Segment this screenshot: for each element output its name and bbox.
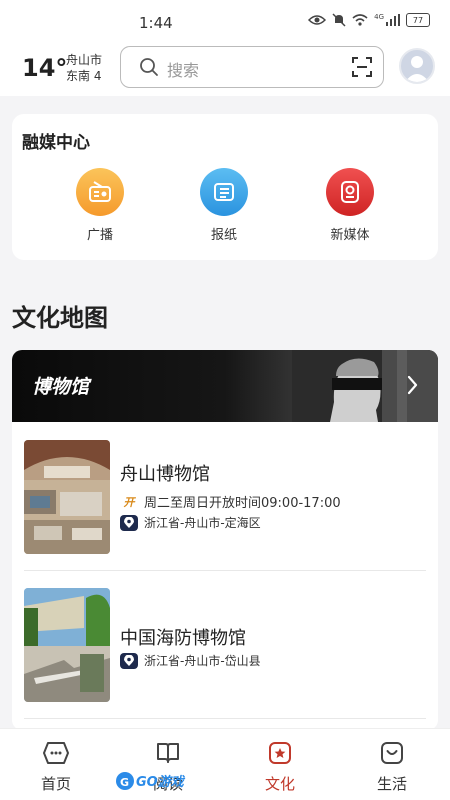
weather-city: 舟山市 xyxy=(66,53,103,67)
svg-text:G: G xyxy=(120,776,129,789)
media-center-title: 融媒中心 xyxy=(22,133,90,153)
status-time: 1:44 xyxy=(139,14,173,32)
media-center-card: 融媒中心 广播 报纸 新媒体 xyxy=(12,114,438,260)
watermark-logo: G GO游戏 xyxy=(116,770,208,792)
museum-thumbnail xyxy=(24,588,110,702)
divider xyxy=(24,718,426,719)
chevron-right-icon xyxy=(407,375,418,395)
museum-name: 舟山博物馆 xyxy=(120,464,210,485)
search-placeholder: 搜索 xyxy=(167,61,200,80)
book-icon xyxy=(154,739,182,767)
weather-wind: 东南 4 xyxy=(66,69,102,83)
museum-thumbnail xyxy=(24,440,110,554)
battery-level: 77 xyxy=(412,15,424,25)
header: 14° 舟山市 东南 4 搜索 xyxy=(0,40,450,96)
museum-name: 中国海防博物馆 xyxy=(120,628,246,649)
tab-culture[interactable]: 文化 xyxy=(240,739,320,794)
media-item-label: 广播 xyxy=(86,228,113,243)
museum-banner-label: 博物馆 xyxy=(32,376,90,398)
watermark-text: GO游戏 xyxy=(136,774,186,790)
tab-life[interactable]: 生活 xyxy=(352,739,432,794)
media-item-label: 报纸 xyxy=(210,228,237,243)
list-item[interactable]: 中国海防博物馆 浙江省-舟山市-岱山县 xyxy=(24,588,426,702)
museum-banner[interactable]: 博物馆 xyxy=(12,350,438,422)
tab-home[interactable]: 首页 xyxy=(16,739,96,794)
mute-icon xyxy=(332,13,346,27)
media-item-radio[interactable]: 广播 xyxy=(60,168,140,243)
home-icon xyxy=(42,739,70,767)
wifi-icon xyxy=(352,14,368,26)
list-item[interactable]: 舟山博物馆 开 周二至周日开放时间09:00-17:00 浙江省-舟山市-定海区 xyxy=(24,440,426,554)
eye-icon xyxy=(308,15,327,25)
museum-hours: 开 周二至周日开放时间09:00-17:00 xyxy=(120,492,341,512)
network-label: 4G xyxy=(374,13,384,21)
life-icon xyxy=(378,739,406,767)
media-item-new-media[interactable]: 新媒体 xyxy=(310,168,390,243)
museum-address-text: 浙江省-舟山市-定海区 xyxy=(144,516,261,530)
location-pin-icon xyxy=(120,514,138,531)
signal-icon xyxy=(386,14,400,26)
status-icons: 4G 77 xyxy=(308,13,430,27)
museum-address: 浙江省-舟山市-定海区 xyxy=(120,514,261,531)
tab-label: 生活 xyxy=(376,775,407,793)
bottom-tab-bar: 首页 阅读 文化 生活 xyxy=(0,728,450,800)
radio-icon xyxy=(76,168,124,216)
divider xyxy=(24,570,426,571)
museum-address: 浙江省-舟山市-岱山县 xyxy=(120,652,261,669)
weather-temperature[interactable]: 14° xyxy=(22,54,67,82)
scan-icon[interactable] xyxy=(351,56,373,78)
weather-location[interactable]: 舟山市 东南 4 xyxy=(66,52,102,84)
battery-icon: 77 xyxy=(406,13,430,27)
tab-label: 首页 xyxy=(40,775,71,793)
location-pin-icon xyxy=(120,652,138,669)
search-input[interactable]: 搜索 xyxy=(120,46,384,88)
media-item-newspaper[interactable]: 报纸 xyxy=(184,168,264,243)
new-media-icon xyxy=(326,168,374,216)
open-tag-icon: 开 xyxy=(123,495,135,509)
user-icon xyxy=(405,56,429,82)
newspaper-icon xyxy=(200,168,248,216)
media-item-label: 新媒体 xyxy=(330,228,370,243)
museum-address-text: 浙江省-舟山市-岱山县 xyxy=(144,654,261,668)
culture-icon xyxy=(266,739,294,767)
museum-card: 博物馆 舟山博物馆 开 周二至周日开放时间09:00-17:00 浙江省-舟山市… xyxy=(12,350,438,730)
culture-map-title: 文化地图 xyxy=(12,304,108,332)
avatar[interactable] xyxy=(399,48,435,84)
status-bar: 1:44 4G 77 xyxy=(0,0,450,40)
search-icon xyxy=(140,58,158,76)
tab-label: 文化 xyxy=(264,775,295,793)
museum-hours-text: 周二至周日开放时间09:00-17:00 xyxy=(144,496,341,511)
